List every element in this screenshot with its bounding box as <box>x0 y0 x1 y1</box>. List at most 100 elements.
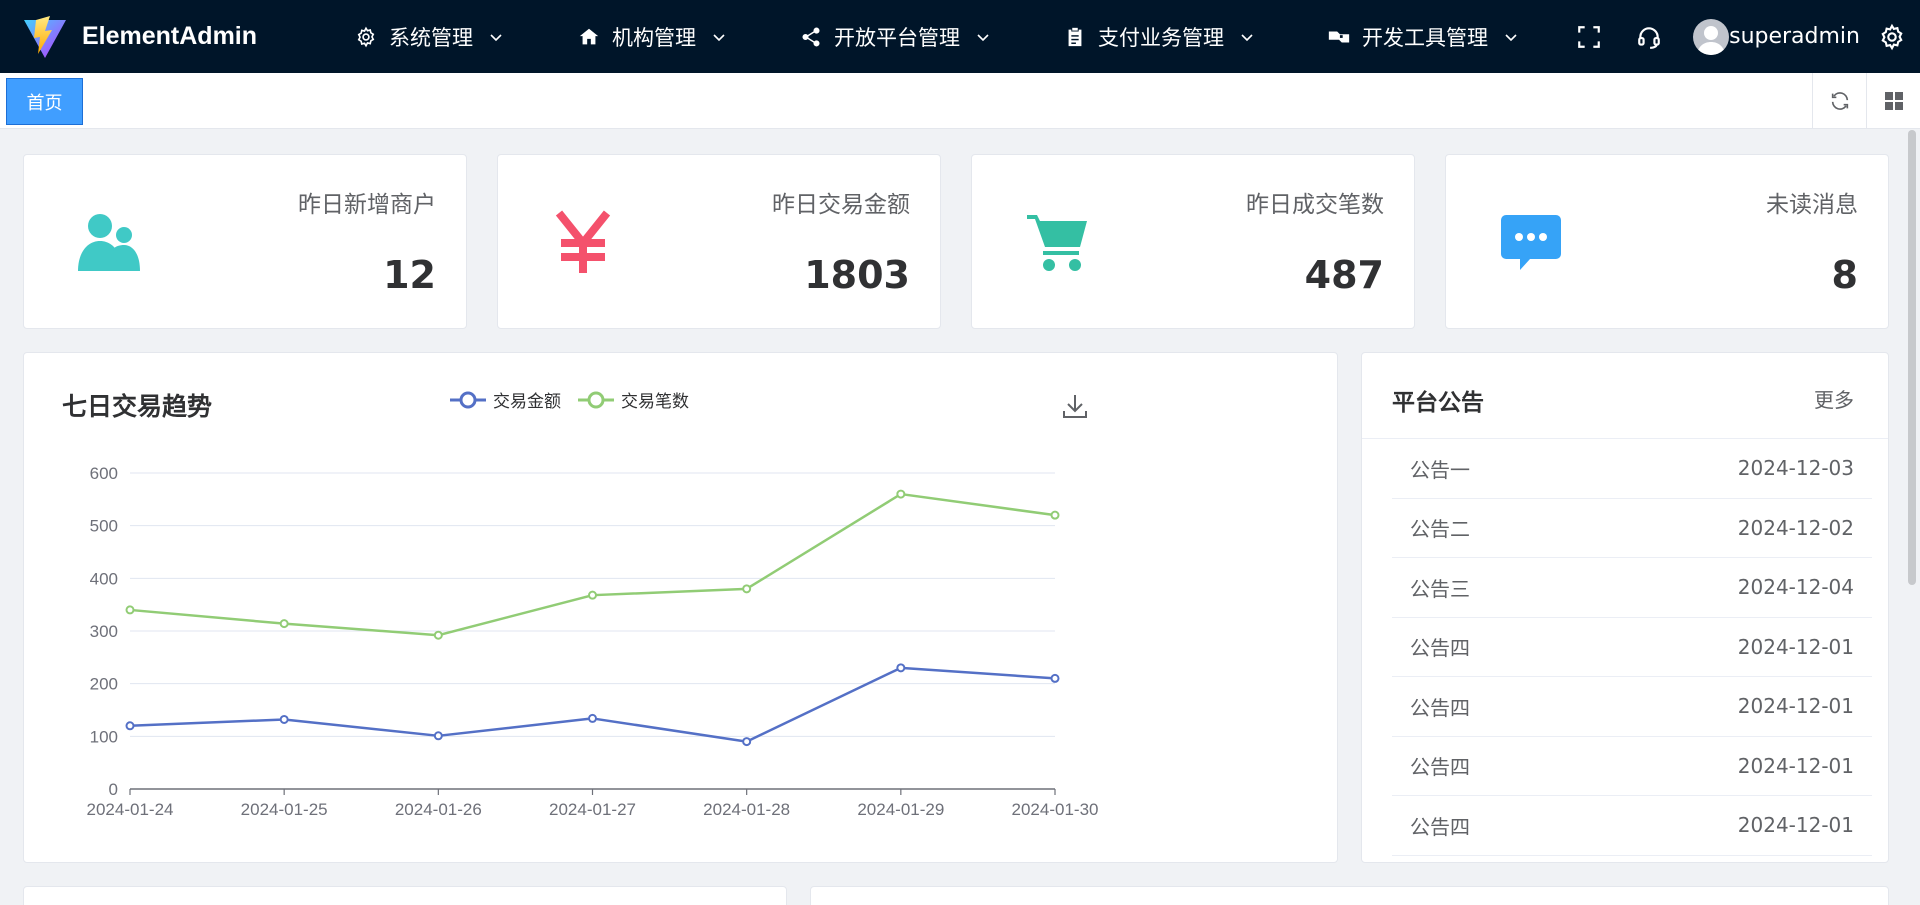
announcement-card: 平台公告 更多 公告一 2024-12-03 公告二 2024-12-02 公告三 2… <box>1361 352 1889 863</box>
announcement-item-date: 2024-12-02 <box>1737 515 1854 540</box>
tags-view: 首页 <box>0 73 1920 129</box>
main-menu: 系统管理 机构管理 开放平台管理 支付业务管理 开发工具管理 <box>353 0 1546 73</box>
y-tick-label: 500 <box>90 517 118 536</box>
announcement-item-date: 2024-12-01 <box>1737 694 1854 719</box>
tags-view-tools <box>1812 73 1920 128</box>
stat-value: 12 <box>383 253 436 297</box>
chevron-down-icon <box>1505 33 1517 41</box>
announcement-item[interactable]: 公告四 2024-12-01 <box>1392 796 1872 856</box>
users-icon <box>74 207 144 277</box>
headset-icon[interactable] <box>1635 23 1663 51</box>
chevron-down-icon <box>1241 33 1253 41</box>
announcement-item[interactable]: 公告三 2024-12-04 <box>1392 558 1872 618</box>
toolkit-icon <box>1326 24 1352 50</box>
grid-menu-icon[interactable] <box>1866 73 1920 128</box>
announcement-item[interactable]: 公告四 2024-12-01 <box>1392 737 1872 796</box>
stat-card-new-merchants[interactable]: 昨日新增商户 12 <box>23 154 467 329</box>
username: superadmin <box>1729 24 1860 49</box>
user-menu[interactable]: superadmin <box>1693 18 1860 55</box>
trend-chart-card: 七日交易趋势 交易金额 交易笔数 0 100 200 300 400 500 600 2024… <box>23 352 1338 863</box>
line-chart: 0 100 200 300 400 500 600 2024-01-24 2024-01-25 2… <box>87 464 1099 819</box>
clipboard-icon <box>1062 24 1088 50</box>
y-tick-label: 400 <box>90 569 118 588</box>
y-tick-label: 200 <box>90 675 118 694</box>
data-point <box>279 714 289 724</box>
data-point <box>1050 673 1060 683</box>
fullscreen-icon[interactable] <box>1575 23 1603 51</box>
nav-label: 机构管理 <box>612 25 696 50</box>
bottom-card-left <box>23 886 787 905</box>
announcement-title: 平台公告 <box>1392 390 1484 416</box>
announcement-item-title: 公告一 <box>1410 457 1470 482</box>
stat-value: 1803 <box>804 253 910 297</box>
settings-icon[interactable] <box>1878 23 1906 51</box>
nav-label: 系统管理 <box>389 25 473 50</box>
data-point <box>588 590 597 600</box>
nav-label: 开发工具管理 <box>1362 25 1488 50</box>
announcement-item-date: 2024-12-03 <box>1737 456 1854 481</box>
x-tick-label: 2024-01-26 <box>395 800 482 819</box>
data-point <box>433 630 443 640</box>
announcement-item[interactable]: 公告二 2024-12-02 <box>1392 499 1872 558</box>
refresh-icon[interactable] <box>1812 73 1866 128</box>
app-name: ElementAdmin <box>82 22 258 50</box>
x-tick-label: 2024-01-29 <box>857 800 944 819</box>
tab-home[interactable]: 首页 <box>6 78 83 125</box>
y-tick-label: 600 <box>90 464 118 483</box>
announcement-item[interactable]: 公告四 2024-12-01 <box>1392 677 1872 737</box>
nav-item-system[interactable]: 系统管理 <box>353 0 576 73</box>
y-tick-label: 300 <box>90 622 118 641</box>
nav-item-devtools[interactable]: 开发工具管理 <box>1326 0 1546 73</box>
stat-card-transaction-amount[interactable]: 昨日交易金额 1803 <box>497 154 941 329</box>
stat-value: 8 <box>1831 253 1858 297</box>
data-point <box>125 605 135 615</box>
nav-item-payment[interactable]: 支付业务管理 <box>1062 0 1326 73</box>
series-line-1 <box>129 492 1056 637</box>
announcement-item-title: 公告四 <box>1410 814 1470 839</box>
top-navbar: ElementAdmin 系统管理 机构管理 开放平台管理 支付业务管理 开发工… <box>0 0 1920 73</box>
data-point <box>588 713 597 723</box>
data-point <box>742 584 752 594</box>
announcement-item-date: 2024-12-01 <box>1737 753 1854 778</box>
stat-value: 487 <box>1304 253 1384 297</box>
page-scrollbar[interactable] <box>1908 130 1916 585</box>
announcement-item-date: 2024-12-01 <box>1737 634 1854 659</box>
series-line-0 <box>129 666 1056 743</box>
announcement-item-title: 公告二 <box>1410 517 1470 542</box>
data-point <box>896 489 906 499</box>
more-link[interactable]: 更多 <box>1814 384 1854 413</box>
x-tick-label: 2024-01-28 <box>703 800 790 819</box>
announcement-item-title: 公告四 <box>1410 755 1470 780</box>
x-tick-label: 2024-01-30 <box>1012 800 1099 819</box>
nav-label: 支付业务管理 <box>1098 25 1224 50</box>
announcement-item[interactable]: 公告四 2024-12-01 <box>1392 618 1872 677</box>
announcement-list: 公告一 2024-12-03 公告二 2024-12-02 公告三 2024-12-0… <box>1392 439 1872 856</box>
announcement-item-title: 公告四 <box>1410 695 1470 720</box>
yen-icon <box>548 207 618 277</box>
x-tick-label: 2024-01-24 <box>87 800 174 819</box>
brand[interactable]: ElementAdmin <box>0 14 300 60</box>
chevron-down-icon <box>713 33 725 41</box>
data-point <box>433 731 443 741</box>
announcement-item-title: 公告三 <box>1410 576 1470 601</box>
chevron-down-icon <box>490 33 502 41</box>
y-tick-label: 0 <box>109 780 118 799</box>
stat-label: 昨日交易金额 <box>772 192 910 218</box>
announcement-item[interactable]: 公告一 2024-12-03 <box>1392 439 1872 499</box>
stat-card-unread-messages[interactable]: 未读消息 8 <box>1445 154 1889 329</box>
announcement-item-date: 2024-12-04 <box>1737 575 1854 600</box>
data-point <box>896 663 906 673</box>
avatar <box>1693 18 1730 55</box>
stat-card-transaction-count[interactable]: 昨日成交笔数 487 <box>971 154 1415 329</box>
x-tick-label: 2024-01-25 <box>241 800 328 819</box>
data-point <box>742 737 752 747</box>
share-icon <box>798 24 824 50</box>
stat-label: 未读消息 <box>1766 192 1858 218</box>
nav-item-org[interactable]: 机构管理 <box>576 0 798 73</box>
nav-item-open-platform[interactable]: 开放平台管理 <box>798 0 1062 73</box>
bottom-card-right <box>810 886 1889 905</box>
x-tick-label: 2024-01-27 <box>549 800 636 819</box>
announcement-item-date: 2024-12-01 <box>1737 813 1854 838</box>
vite-logo-icon <box>24 15 66 58</box>
home-icon <box>576 24 602 50</box>
